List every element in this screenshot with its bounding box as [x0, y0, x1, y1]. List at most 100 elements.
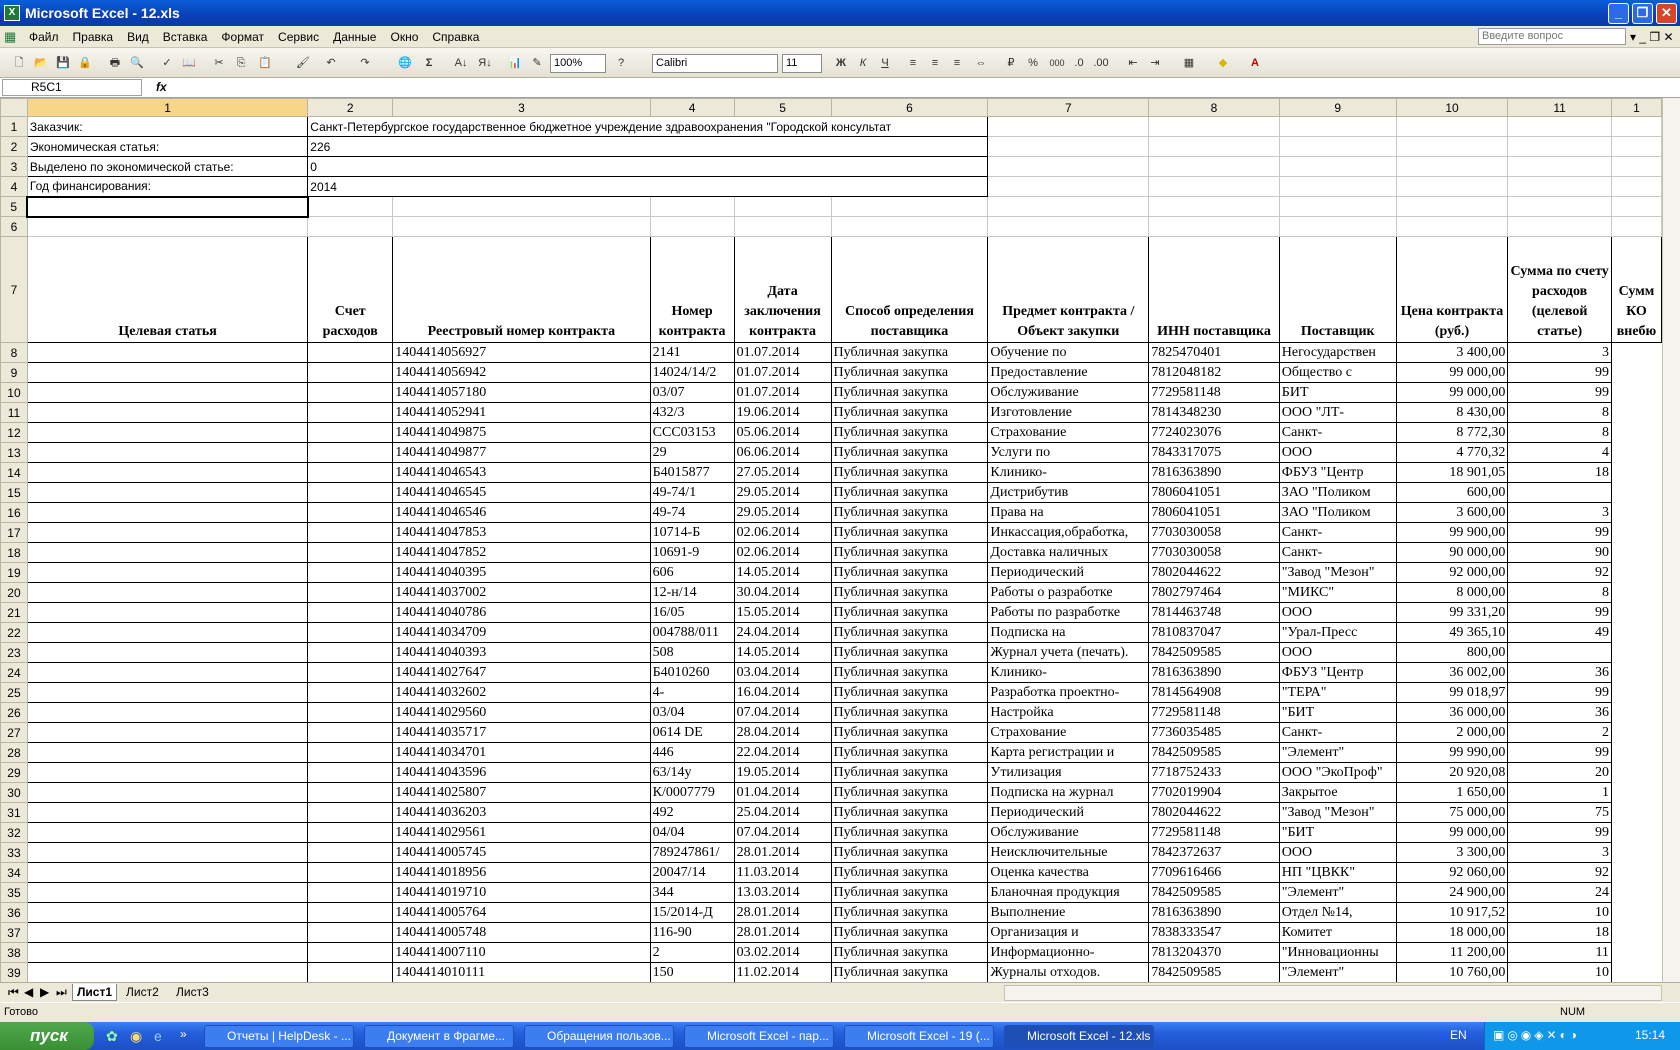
- empty-cell[interactable]: [307, 382, 394, 403]
- header-cell[interactable]: Сумма по счету расходов (целевой статье): [1507, 236, 1612, 343]
- table-cell[interactable]: 1404414043596: [392, 762, 651, 783]
- table-cell[interactable]: Периодический: [987, 562, 1150, 583]
- menu-data[interactable]: Данные: [326, 30, 383, 44]
- table-cell[interactable]: 1404414046545: [392, 482, 651, 503]
- font-select[interactable]: Calibri: [652, 54, 778, 73]
- table-cell[interactable]: 27.05.2014: [733, 462, 832, 483]
- empty-cell[interactable]: [307, 522, 394, 543]
- table-cell[interactable]: Права на: [987, 502, 1150, 523]
- table-cell[interactable]: Журнал учета (печать).: [987, 642, 1150, 663]
- table-cell[interactable]: Работы о разработке: [987, 582, 1150, 603]
- start-button[interactable]: пуск: [0, 1022, 94, 1050]
- empty-cell[interactable]: [307, 922, 394, 943]
- empty-cell[interactable]: [307, 482, 394, 503]
- empty-cell[interactable]: [26, 682, 309, 703]
- table-cell[interactable]: "Инновационны: [1278, 942, 1397, 963]
- table-cell[interactable]: 7724023076: [1148, 422, 1280, 443]
- row-header[interactable]: 18: [0, 542, 28, 563]
- table-cell[interactable]: 18 000,00: [1395, 922, 1509, 943]
- table-cell[interactable]: Публичная закупка: [830, 862, 989, 883]
- row-header[interactable]: 28: [0, 742, 28, 763]
- table-cell[interactable]: Предоставление: [987, 362, 1150, 383]
- table-cell[interactable]: Дистрибутив: [987, 482, 1150, 503]
- table-cell[interactable]: "БИТ: [1278, 702, 1397, 723]
- table-cell[interactable]: Инкассация,обработка,: [987, 522, 1150, 543]
- table-cell[interactable]: 19.06.2014: [733, 402, 832, 423]
- table-cell[interactable]: 99 900,00: [1395, 522, 1509, 543]
- empty-cell[interactable]: [26, 882, 309, 903]
- table-cell[interactable]: 1404414027647: [392, 662, 651, 683]
- empty-cell[interactable]: [307, 782, 394, 803]
- table-cell[interactable]: 1404414007110: [392, 942, 651, 963]
- empty-cell[interactable]: [307, 562, 394, 583]
- table-cell[interactable]: 1404414056927: [392, 342, 651, 363]
- table-cell[interactable]: 22.04.2014: [733, 742, 832, 763]
- menu-help[interactable]: Справка: [425, 30, 486, 44]
- table-cell[interactable]: БИТ: [1278, 382, 1397, 403]
- table-cell[interactable]: 1: [1507, 782, 1612, 803]
- table-cell[interactable]: 28.04.2014: [733, 722, 832, 743]
- empty-cell[interactable]: [307, 442, 394, 463]
- empty-cell[interactable]: [307, 582, 394, 603]
- empty-cell[interactable]: [307, 802, 394, 823]
- table-cell[interactable]: 3: [1507, 502, 1612, 523]
- row-header[interactable]: 2: [0, 136, 28, 157]
- table-cell[interactable]: Клинико-: [987, 462, 1150, 483]
- table-cell[interactable]: 20 920,08: [1395, 762, 1509, 783]
- taskbar-item-active[interactable]: Microsoft Excel - 12.xls: [1004, 1025, 1154, 1048]
- table-cell[interactable]: 7703030058: [1148, 522, 1280, 543]
- table-cell[interactable]: Услуги по: [987, 442, 1150, 463]
- table-cell[interactable]: Публичная закупка: [830, 442, 989, 463]
- table-cell[interactable]: Публичная закупка: [830, 802, 989, 823]
- table-cell[interactable]: 8 430,00: [1395, 402, 1509, 423]
- table-cell[interactable]: 07.04.2014: [733, 702, 832, 723]
- row-header[interactable]: 33: [0, 842, 28, 863]
- table-cell[interactable]: Закрытое: [1278, 782, 1397, 803]
- table-cell[interactable]: 1404414057180: [392, 382, 651, 403]
- sheet-nav-next-icon[interactable]: ▶: [36, 984, 53, 1001]
- table-cell[interactable]: 01.07.2014: [733, 382, 832, 403]
- table-cell[interactable]: 1404414029560: [392, 702, 651, 723]
- table-cell[interactable]: 7842509585: [1148, 882, 1280, 903]
- table-cell[interactable]: 800,00: [1395, 642, 1509, 663]
- column-header[interactable]: 1: [1610, 98, 1662, 117]
- sort-desc-icon[interactable]: Я↓: [476, 54, 494, 72]
- table-cell[interactable]: Публичная закупка: [830, 942, 989, 963]
- table-cell[interactable]: Публичная закупка: [830, 682, 989, 703]
- chart-icon[interactable]: 📊: [506, 54, 524, 72]
- table-cell[interactable]: Публичная закупка: [830, 462, 989, 483]
- table-cell[interactable]: Публичная закупка: [830, 402, 989, 423]
- table-cell[interactable]: Б4010260: [649, 662, 735, 683]
- undo-icon[interactable]: ↶: [322, 54, 340, 72]
- cut-icon[interactable]: ✂: [210, 54, 228, 72]
- table-cell[interactable]: 99 331,20: [1395, 602, 1509, 623]
- more-icon[interactable]: »: [180, 1027, 187, 1041]
- empty-cell[interactable]: [307, 742, 394, 763]
- table-cell[interactable]: Публичная закупка: [830, 382, 989, 403]
- table-cell[interactable]: 20047/14: [649, 862, 735, 883]
- column-header[interactable]: 4: [649, 98, 735, 117]
- row-header[interactable]: 34: [0, 862, 28, 883]
- empty-cell[interactable]: [307, 722, 394, 743]
- table-cell[interactable]: 99 000,00: [1395, 382, 1509, 403]
- empty-cell[interactable]: [26, 382, 309, 403]
- row-header[interactable]: 3: [0, 156, 28, 177]
- table-cell[interactable]: 150: [649, 962, 735, 982]
- empty-cell[interactable]: [26, 902, 309, 923]
- spelling-icon[interactable]: ✓: [158, 54, 176, 72]
- table-cell[interactable]: 8: [1507, 582, 1612, 603]
- vertical-scrollbar[interactable]: [1662, 98, 1680, 982]
- header-cell[interactable]: Способ определения поставщика: [830, 236, 989, 343]
- table-cell[interactable]: Публичная закупка: [830, 482, 989, 503]
- table-cell[interactable]: Подписка на журнал: [987, 782, 1150, 803]
- table-cell[interactable]: 7806041051: [1148, 482, 1280, 503]
- header-cell[interactable]: ИНН поставщика: [1148, 236, 1280, 343]
- table-cell[interactable]: 01.04.2014: [733, 782, 832, 803]
- header-cell[interactable]: Дата заключения контракта: [733, 236, 832, 343]
- empty-cell[interactable]: [26, 462, 309, 483]
- empty-cell[interactable]: [307, 402, 394, 423]
- minimize-button[interactable]: _: [1608, 3, 1629, 24]
- header-cell[interactable]: Цена контракта (руб.): [1395, 236, 1509, 343]
- sort-asc-icon[interactable]: A↓: [452, 54, 470, 72]
- table-cell[interactable]: Отдел №14,: [1278, 902, 1397, 923]
